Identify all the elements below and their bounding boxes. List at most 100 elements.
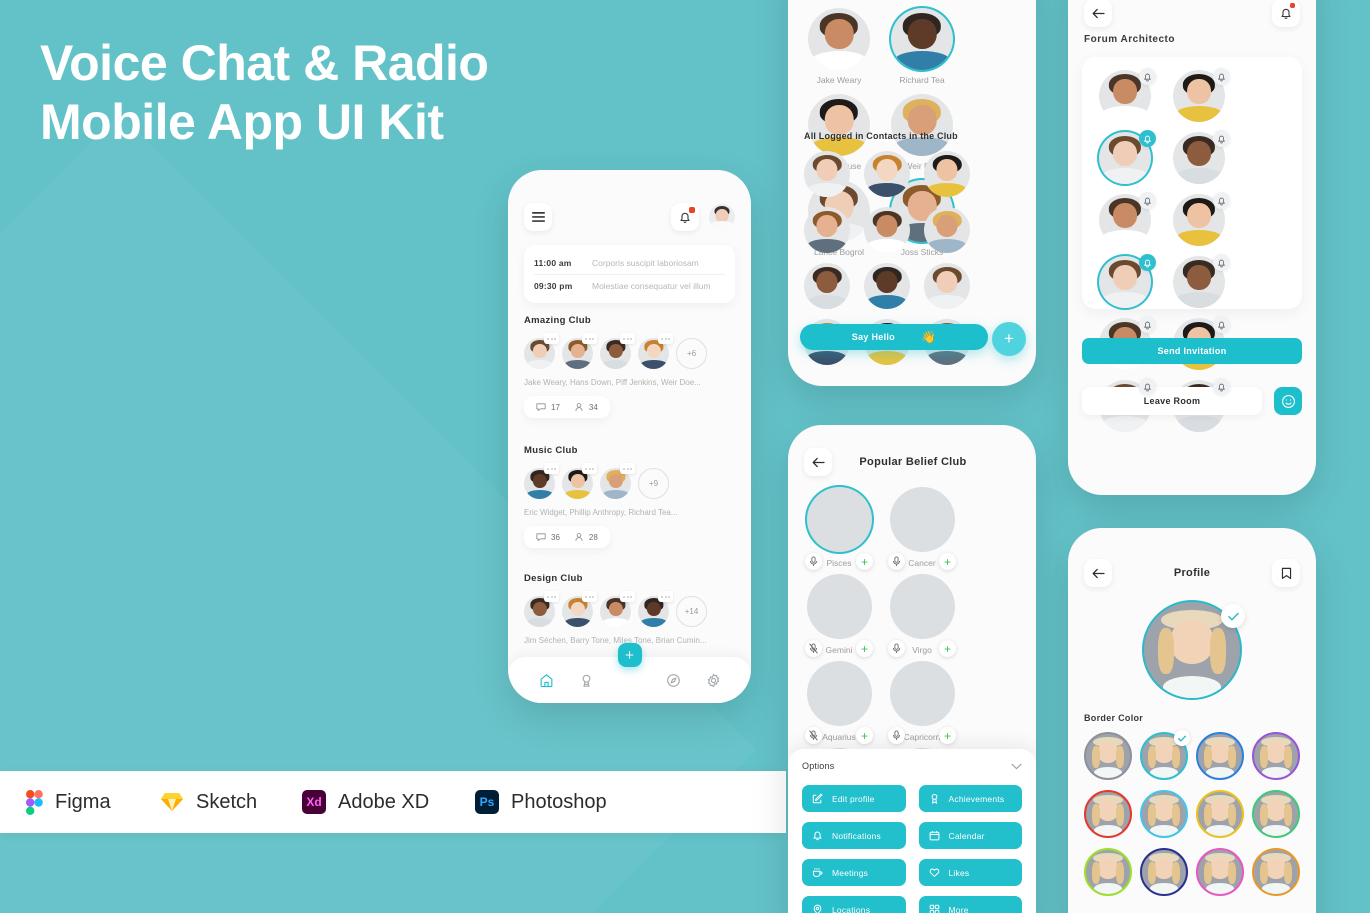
options-header[interactable]: Options (802, 761, 1022, 771)
avatar[interactable] (804, 263, 850, 309)
send-invitation-button[interactable]: Send Invitation (1082, 338, 1302, 364)
club-card-amazing[interactable]: Amazing Club +6 Jake Weary, Hans Down, Pi… (524, 315, 735, 418)
avatar[interactable] (891, 8, 953, 70)
add-member-icon[interactable]: + (939, 727, 956, 744)
more-members-badge[interactable]: +14 (676, 596, 707, 627)
club-member[interactable] (600, 333, 635, 369)
avatar[interactable] (806, 487, 872, 552)
avatar[interactable] (924, 263, 970, 309)
mic-icon[interactable] (888, 553, 905, 570)
contact-card[interactable]: Richard Tea (887, 8, 957, 86)
bookmark-icon[interactable] (1272, 559, 1300, 587)
bell-icon[interactable] (1139, 254, 1156, 271)
add-contact-button[interactable]: + (992, 322, 1026, 356)
club-member[interactable] (562, 333, 597, 369)
club-member[interactable] (524, 333, 559, 369)
hamburger-icon[interactable] (524, 203, 552, 231)
avatar[interactable] (924, 207, 970, 253)
zodiac-member-card[interactable]: + Gemini (804, 574, 874, 657)
club-member[interactable] (638, 333, 673, 369)
bell-icon[interactable] (1213, 68, 1230, 85)
border-color-swatch[interactable] (1140, 848, 1188, 896)
avatar[interactable] (806, 661, 872, 726)
bell-icon[interactable] (1213, 316, 1230, 333)
avatar[interactable] (709, 204, 735, 230)
room-member[interactable] (1094, 254, 1156, 308)
room-member[interactable] (1168, 68, 1230, 122)
club-card-music[interactable]: Music Club +9 Eric Widget, Phillip Anthro… (524, 445, 735, 548)
option-button-calendar[interactable]: Calendar (918, 822, 1022, 849)
room-member[interactable] (1168, 192, 1230, 246)
more-members-badge[interactable]: +9 (638, 468, 669, 499)
option-button-more[interactable]: More (918, 896, 1022, 913)
smiley-icon[interactable] (1274, 387, 1302, 415)
add-member-icon[interactable]: + (856, 727, 873, 744)
say-hello-button[interactable]: Say Hello 👋 (800, 324, 988, 350)
club-member[interactable] (600, 463, 635, 499)
option-button-likes[interactable]: Likes (918, 859, 1022, 886)
bell-icon[interactable] (1139, 378, 1156, 395)
zodiac-member-card[interactable]: + Capricorn (887, 661, 957, 744)
room-member[interactable] (1168, 130, 1230, 184)
tool-item-photoshop[interactable]: Ps Photoshop (475, 790, 607, 814)
room-member[interactable] (1168, 254, 1230, 308)
club-member[interactable] (524, 463, 559, 499)
mic-muted-icon[interactable] (805, 727, 822, 744)
avatar[interactable] (806, 574, 872, 639)
contact-card[interactable]: Jake Weary (804, 8, 874, 86)
border-color-swatch[interactable] (1252, 848, 1300, 896)
avatar[interactable] (808, 8, 870, 70)
more-members-badge[interactable]: +6 (676, 338, 707, 369)
bell-icon[interactable] (1213, 130, 1230, 147)
club-member[interactable] (638, 591, 673, 627)
avatar[interactable] (864, 263, 910, 309)
bell-icon[interactable] (671, 203, 699, 231)
avatar[interactable] (804, 151, 850, 197)
option-button-edit-profile[interactable]: Edit profile (802, 785, 906, 812)
border-color-swatch[interactable] (1196, 848, 1244, 896)
avatar[interactable] (808, 94, 870, 156)
avatar[interactable] (804, 207, 850, 253)
add-member-icon[interactable]: + (856, 553, 873, 570)
tool-item-adobe-xd[interactable]: Xd Adobe XD (302, 790, 429, 814)
avatar[interactable] (924, 151, 970, 197)
option-button-meetings[interactable]: Meetings (802, 859, 906, 886)
border-color-swatch[interactable] (1196, 790, 1244, 838)
zodiac-member-card[interactable]: + Cancer (887, 487, 957, 570)
mic-icon[interactable] (888, 727, 905, 744)
nav-item-trophy[interactable] (579, 673, 594, 688)
avatar[interactable] (889, 661, 955, 726)
mic-muted-icon[interactable] (805, 640, 822, 657)
border-color-swatch[interactable] (1252, 732, 1300, 780)
leave-room-button[interactable]: Leave Room (1082, 387, 1262, 415)
bell-icon[interactable] (1139, 68, 1156, 85)
club-member[interactable] (524, 591, 559, 627)
tool-item-figma[interactable]: Figma (26, 789, 111, 815)
add-member-icon[interactable]: + (939, 640, 956, 657)
add-member-icon[interactable]: + (939, 553, 956, 570)
bell-icon[interactable] (1139, 316, 1156, 333)
border-color-swatch[interactable] (1140, 730, 1190, 780)
bell-icon[interactable] (1213, 378, 1230, 395)
mic-icon[interactable] (888, 640, 905, 657)
avatar[interactable] (889, 574, 955, 639)
bell-icon[interactable] (1139, 192, 1156, 209)
bell-icon[interactable] (1139, 130, 1156, 147)
zodiac-member-card[interactable]: + Aquarius (804, 661, 874, 744)
bell-icon[interactable] (1213, 192, 1230, 209)
tool-item-sketch[interactable]: Sketch (160, 791, 257, 814)
club-member[interactable] (562, 591, 597, 627)
nav-item-settings[interactable] (706, 672, 721, 688)
club-member[interactable] (600, 591, 635, 627)
avatar[interactable] (889, 487, 955, 552)
nav-item-compass[interactable] (666, 673, 681, 688)
add-member-icon[interactable]: + (856, 640, 873, 657)
nav-item-home[interactable] (539, 673, 554, 688)
option-button-notifications[interactable]: Notifications (802, 822, 906, 849)
border-color-swatch[interactable] (1252, 790, 1300, 838)
bell-icon[interactable] (1213, 254, 1230, 271)
border-color-swatch[interactable] (1196, 732, 1244, 780)
zodiac-member-card[interactable]: + Virgo (887, 574, 957, 657)
club-member[interactable] (562, 463, 597, 499)
avatar[interactable] (864, 207, 910, 253)
